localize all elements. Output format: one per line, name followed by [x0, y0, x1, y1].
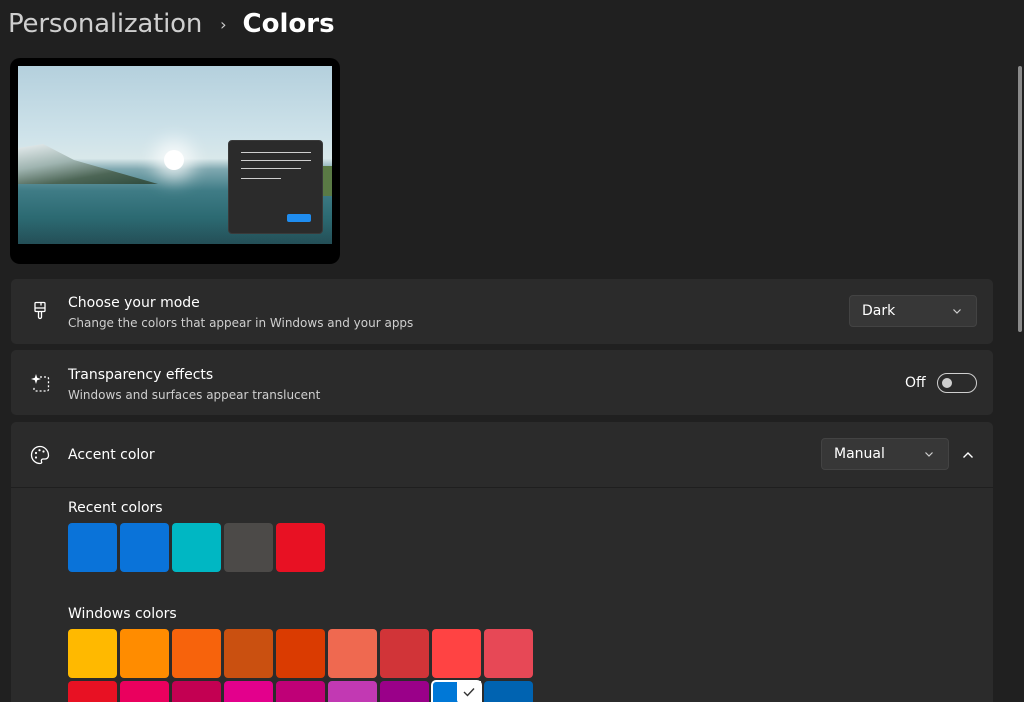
breadcrumb: Personalization › Colors	[8, 4, 335, 44]
preview-line	[241, 178, 281, 179]
transparency-toggle[interactable]	[937, 373, 977, 393]
checkmark-icon	[457, 681, 481, 702]
preview-line	[241, 168, 301, 169]
mode-card: Choose your mode Change the colors that …	[11, 279, 993, 344]
recent-color-swatch[interactable]	[68, 523, 117, 572]
preview-accent-button	[287, 214, 311, 222]
windows-color-swatch[interactable]	[484, 629, 533, 678]
recent-colors-label: Recent colors	[68, 500, 163, 516]
windows-color-swatch[interactable]	[328, 629, 377, 678]
accent-title: Accent color	[68, 447, 155, 463]
page-title: Colors	[242, 9, 335, 39]
chevron-up-icon[interactable]	[961, 448, 975, 462]
windows-color-swatch[interactable]	[484, 681, 533, 702]
windows-colors-row-2	[68, 680, 533, 702]
windows-color-swatch[interactable]	[276, 629, 325, 678]
breadcrumb-separator: ›	[220, 14, 227, 34]
paintbrush-icon	[29, 300, 51, 322]
mode-description: Change the colors that appear in Windows…	[68, 316, 414, 330]
recent-color-swatch[interactable]	[224, 523, 273, 572]
mode-title: Choose your mode	[68, 295, 200, 311]
chevron-down-icon	[953, 309, 961, 314]
preview-hills	[18, 144, 158, 184]
windows-color-swatch[interactable]	[224, 681, 273, 702]
windows-color-swatch[interactable]	[328, 681, 377, 702]
preview-sun	[164, 150, 184, 170]
windows-color-swatch[interactable]	[431, 680, 482, 702]
chevron-down-icon	[925, 452, 933, 457]
recent-color-swatch[interactable]	[276, 523, 325, 572]
transparency-sparkle-icon	[29, 372, 51, 394]
mode-dropdown-value: Dark	[862, 303, 896, 319]
accent-dropdown[interactable]: Manual	[821, 438, 949, 470]
scrollbar[interactable]	[1018, 66, 1022, 332]
windows-color-swatch[interactable]	[276, 681, 325, 702]
transparency-state-label: Off	[905, 375, 926, 391]
recent-color-swatch[interactable]	[172, 523, 221, 572]
preview-line	[241, 160, 311, 161]
accent-header[interactable]: Accent color Manual	[11, 422, 993, 488]
windows-color-swatch[interactable]	[172, 681, 221, 702]
preview-wallpaper	[18, 66, 332, 244]
windows-color-swatch[interactable]	[120, 681, 169, 702]
transparency-description: Windows and surfaces appear translucent	[68, 388, 321, 402]
transparency-title: Transparency effects	[68, 367, 214, 383]
windows-color-swatch[interactable]	[120, 629, 169, 678]
theme-preview	[10, 58, 340, 264]
windows-color-swatch[interactable]	[68, 681, 117, 702]
windows-color-swatch[interactable]	[380, 629, 429, 678]
windows-color-swatch[interactable]	[68, 629, 117, 678]
windows-colors-row-1	[68, 629, 533, 678]
windows-color-swatch[interactable]	[224, 629, 273, 678]
palette-icon	[29, 444, 51, 466]
preview-line	[241, 152, 311, 153]
recent-colors-row	[68, 523, 325, 572]
preview-window	[228, 140, 323, 234]
transparency-card: Transparency effects Windows and surface…	[11, 350, 993, 415]
breadcrumb-personalization[interactable]: Personalization	[8, 9, 202, 39]
windows-colors-label: Windows colors	[68, 606, 177, 622]
accent-dropdown-value: Manual	[834, 446, 885, 462]
toggle-knob	[942, 378, 952, 388]
windows-color-swatch[interactable]	[380, 681, 429, 702]
accent-card: Accent color Manual Recent colors Window…	[11, 422, 993, 702]
windows-color-swatch[interactable]	[172, 629, 221, 678]
recent-color-swatch[interactable]	[120, 523, 169, 572]
windows-color-swatch[interactable]	[432, 629, 481, 678]
mode-dropdown[interactable]: Dark	[849, 295, 977, 327]
